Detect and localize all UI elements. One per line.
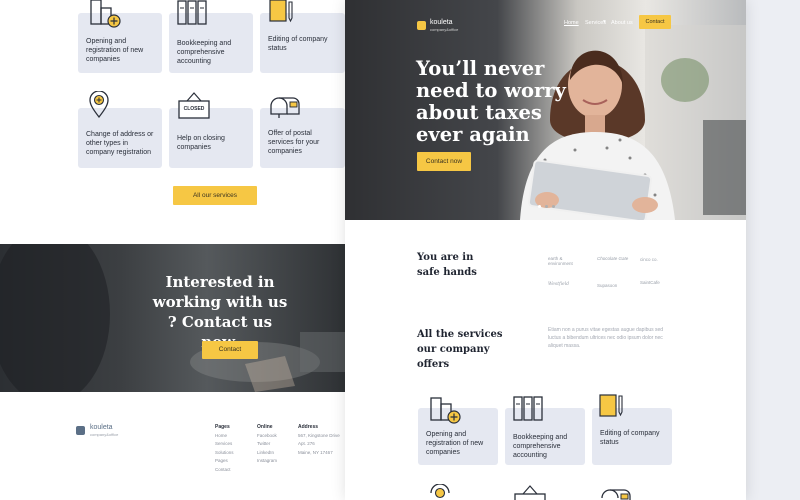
footer-address-line: Maine, NY 17467	[298, 449, 333, 455]
right-page-mockup: kouleta company&office Home Services ▾ A…	[345, 0, 746, 500]
location-pin-icon	[430, 484, 450, 499]
services-description: Etiam non a purus vitae egestas augue da…	[548, 327, 664, 349]
footer-address-line: 567, Kingstone Drive	[298, 432, 340, 438]
carousel-dot[interactable]	[552, 205, 555, 208]
service-label: Opening and registration of new companie…	[426, 431, 484, 456]
nav-contact-button[interactable]: Contact	[639, 15, 671, 29]
brand-name: kouleta	[90, 424, 113, 431]
building-add-icon	[430, 397, 461, 424]
binders-icon	[177, 0, 207, 25]
partner-logo: Westfield	[548, 282, 570, 287]
service-label: Change of address or other types in comp…	[86, 131, 154, 156]
footer-online-column: Online Facebook Twitter LinkedIn Instagr…	[257, 423, 277, 466]
carousel-dot[interactable]	[545, 205, 548, 208]
service-label: Opening and registration of new companie…	[86, 38, 144, 63]
footer-address-title: Address	[298, 424, 319, 430]
document-edit-icon	[269, 0, 293, 23]
closed-sign-text: CLOSED	[183, 106, 205, 112]
footer-link[interactable]: Twitter	[257, 440, 277, 449]
safe-hands-title: You are in safe hands	[417, 252, 477, 278]
partner-logo: cinco co.	[640, 257, 658, 262]
brand-icon	[417, 21, 426, 30]
document-edit-icon	[599, 394, 623, 417]
partner-logo: Supasoon	[597, 283, 618, 288]
brand-subtitle: company&office	[90, 432, 119, 437]
footer-link[interactable]: Home	[215, 432, 234, 441]
footer-link[interactable]: Pages	[215, 457, 234, 466]
location-pin-icon	[89, 91, 109, 119]
partner-logo: SaintCafe	[640, 280, 660, 285]
footer-link[interactable]: Facebook	[257, 432, 277, 441]
footer-link[interactable]: Solutions	[215, 449, 234, 458]
all-services-button[interactable]: All our services	[173, 186, 257, 205]
footer-address-line: Apt. 276	[298, 441, 315, 446]
hero-contact-button[interactable]: Contact now	[417, 152, 471, 171]
footer-online-title: Online	[257, 424, 273, 430]
mailbox-icon	[601, 489, 631, 500]
closed-sign-icon: CLOSED	[178, 91, 210, 121]
service-label: Bookkeeping and comprehensive accounting	[177, 40, 232, 65]
contact-heading: Interested in working with us ? Contact …	[152, 273, 288, 351]
hero-title: You’ll never need to worry about taxes e…	[416, 57, 566, 146]
nav-about[interactable]: About us	[611, 20, 633, 26]
footer-link[interactable]: LinkedIn	[257, 449, 277, 458]
footer-address-column: Address 567, Kingstone Drive Apt. 276 Ma…	[298, 423, 340, 457]
footer-link[interactable]: Contact	[215, 466, 234, 475]
chevron-down-icon: ▾	[603, 19, 606, 25]
footer-link[interactable]: Instagram	[257, 457, 277, 466]
left-page-mockup: Opening and registration of new companie…	[0, 0, 345, 500]
carousel-dot[interactable]	[538, 205, 541, 208]
closed-sign-icon	[514, 485, 546, 500]
service-label: Bookkeeping and comprehensive accounting	[513, 434, 568, 459]
service-label: Help on closing companies	[177, 135, 225, 151]
carousel-dots[interactable]	[538, 205, 562, 209]
brand-icon	[76, 426, 85, 435]
mailbox-icon	[270, 97, 300, 118]
footer-pages-column: Pages Home Services Solutions Pages Cont…	[215, 423, 234, 474]
partner-logo: Chocolate Gate	[597, 256, 629, 261]
service-label: Offer of postal services for your compan…	[268, 130, 320, 155]
building-add-icon	[90, 0, 121, 28]
footer: kouleta company&office Pages Home Servic…	[0, 392, 345, 500]
brand-subtitle: company&office	[430, 27, 459, 32]
service-label: Editing of company status	[268, 36, 328, 52]
footer-pages-title: Pages	[215, 424, 230, 430]
contact-button[interactable]: Contact	[202, 341, 258, 359]
nav-home[interactable]: Home	[564, 20, 579, 26]
footer-link[interactable]: Services	[215, 440, 234, 449]
services-title: All the services our company offers	[417, 329, 503, 370]
brand-name: kouleta	[430, 19, 453, 26]
partner-logo: earth & environment	[548, 256, 573, 266]
hero-section: kouleta company&office Home Services ▾ A…	[345, 0, 746, 220]
contact-hero: Interested in working with us ? Contact …	[0, 244, 345, 392]
service-label: Editing of company status	[600, 430, 660, 446]
binders-icon	[513, 396, 543, 421]
